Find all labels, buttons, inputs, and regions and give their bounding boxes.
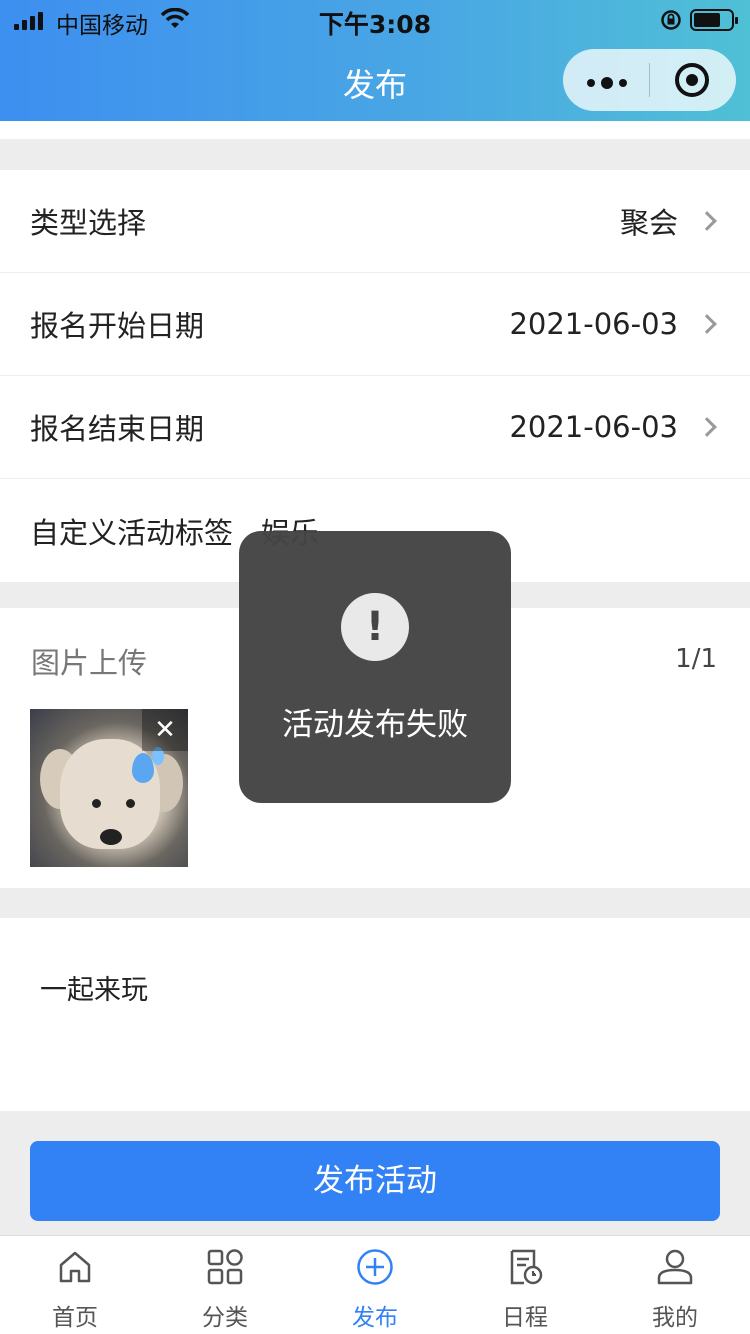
tab-home[interactable]: 首页 (0, 1236, 150, 1334)
status-bar: 中国移动 下午3:08 (0, 0, 750, 40)
end-date-label: 报名结束日期 (30, 412, 205, 446)
toast-message: 活动发布失败 (282, 707, 468, 743)
start-date-label: 报名开始日期 (30, 309, 205, 343)
tab-publish[interactable]: 发布 (300, 1236, 450, 1334)
type-select-value: 聚会 (619, 206, 678, 240)
close-mini-program-icon[interactable] (675, 63, 709, 97)
tab-schedule[interactable]: 日程 (450, 1236, 600, 1334)
tab-home-label: 首页 (52, 1305, 98, 1331)
start-date-row[interactable]: 报名开始日期 2021-06-03 (0, 273, 750, 376)
chevron-right-icon (697, 211, 717, 231)
home-icon (59, 1251, 91, 1283)
schedule-icon (510, 1249, 543, 1285)
tab-mine-label: 我的 (652, 1305, 698, 1331)
publish-button[interactable]: 发布活动 (30, 1141, 720, 1221)
remove-image-icon[interactable]: ✕ (142, 709, 188, 751)
alert-icon: ! (341, 593, 409, 661)
header-spacer (0, 121, 750, 139)
uploaded-image[interactable]: ✕ (30, 709, 188, 867)
end-date-row[interactable]: 报名结束日期 2021-06-03 (0, 376, 750, 479)
tab-bar: 首页 分类 发布 日程 我的 (0, 1235, 750, 1334)
rotation-lock-icon (661, 10, 681, 30)
battery-icon (690, 9, 738, 31)
upload-title: 图片上传 (31, 646, 148, 680)
type-select-label: 类型选择 (30, 206, 147, 240)
user-icon (657, 1249, 693, 1285)
tag-label: 自定义活动标签 (30, 515, 234, 550)
tab-schedule-label: 日程 (502, 1305, 548, 1331)
capsule-divider (649, 63, 650, 97)
sweat-drop-icon (132, 753, 154, 783)
error-toast: ! 活动发布失败 (239, 531, 511, 803)
more-icon[interactable] (587, 77, 627, 89)
chevron-right-icon (697, 417, 717, 437)
tab-category-label: 分类 (202, 1305, 248, 1331)
mini-program-capsule (563, 49, 736, 111)
tab-category[interactable]: 分类 (150, 1236, 300, 1334)
tab-mine[interactable]: 我的 (600, 1236, 750, 1334)
upload-count: 1/1 (675, 644, 717, 674)
description-textarea[interactable]: 一起来玩 (40, 968, 148, 1007)
form-card: 类型选择 聚会 报名开始日期 2021-06-03 报名结束日期 2021-06… (0, 170, 750, 582)
status-time: 下午3:08 (318, 10, 432, 39)
description-card[interactable] (0, 918, 750, 1111)
header: 中国移动 下午3:08 发布 (0, 0, 750, 121)
plus-circle-icon (357, 1249, 393, 1285)
grid-icon (207, 1249, 243, 1285)
tab-publish-label: 发布 (352, 1305, 398, 1331)
type-select-row[interactable]: 类型选择 聚会 (0, 170, 750, 273)
end-date-value: 2021-06-03 (509, 410, 678, 444)
chevron-right-icon (697, 314, 717, 334)
start-date-value: 2021-06-03 (509, 307, 678, 341)
